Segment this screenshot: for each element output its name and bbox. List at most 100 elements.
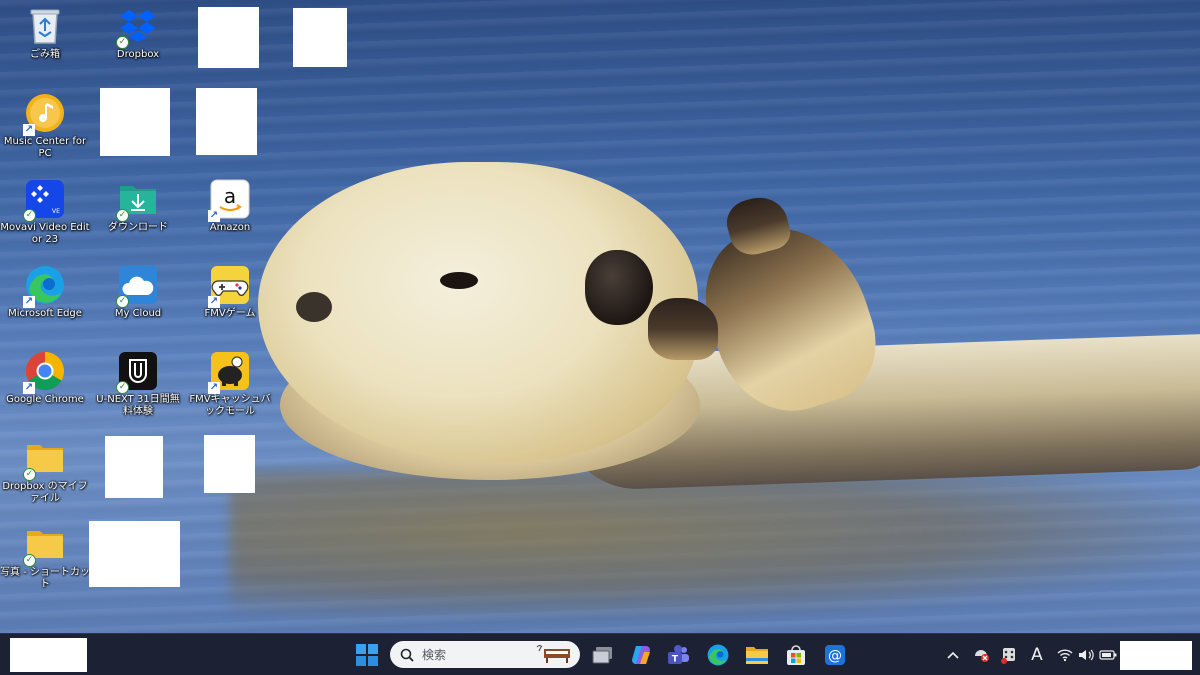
ime-indicator[interactable]: A xyxy=(1026,644,1048,666)
sync-check-icon: ✓ xyxy=(116,295,129,308)
shortcut-arrow-icon: ↗ xyxy=(23,382,35,394)
sync-check-icon: ✓ xyxy=(23,468,36,481)
security-shield-icon xyxy=(1001,648,1015,664)
search-icon xyxy=(400,648,414,662)
desktop-icon-label: Music Center for PC xyxy=(3,136,87,159)
gamepad-icon: ↗ xyxy=(208,265,250,308)
desktop-icon-label: My Cloud xyxy=(114,308,162,319)
wallpaper-otter-eye xyxy=(440,272,478,289)
desktop-icon-fmv-cashback[interactable]: ↗ FMVキャッシュバックモール xyxy=(185,351,275,418)
sync-check-icon: ✓ xyxy=(116,381,129,394)
shortcut-arrow-icon: ↗ xyxy=(208,296,220,308)
desktop-icon-label: 写真 - ショートカット xyxy=(0,567,90,590)
svg-text:T: T xyxy=(672,655,679,665)
desktop-icon-recycle-bin[interactable]: ごみ箱 xyxy=(0,6,90,61)
mail-at-icon: @ xyxy=(825,645,845,665)
folder-icon xyxy=(746,647,768,664)
desktop-icon-fmv-game[interactable]: ↗ FMVゲーム xyxy=(185,265,275,320)
wallpaper-otter-nose xyxy=(585,250,653,325)
music-center-icon: ↗ xyxy=(23,93,65,136)
desktop-icon-dropbox[interactable]: ✓ Dropbox xyxy=(93,6,183,61)
redacted-desktop-icon xyxy=(105,436,163,498)
shortcut-arrow-icon: ↗ xyxy=(208,210,220,222)
desktop-icon-label: ダウンロード xyxy=(108,222,168,233)
desktop-icon-label: FMVゲーム xyxy=(204,308,256,319)
tray-overflow-button[interactable] xyxy=(944,644,962,666)
desktop-icon-label: Amazon xyxy=(209,222,251,233)
cloud-icon: ✓ xyxy=(116,265,158,308)
desktop-icon-label: Dropbox のマイファイル xyxy=(2,481,88,504)
tray-vpn-disconnected[interactable] xyxy=(970,644,992,666)
sync-check-icon: ✓ xyxy=(23,554,36,567)
desktop-icon-label: FMVキャッシュバックモール xyxy=(189,394,271,417)
dropbox-icon: ✓ xyxy=(116,6,158,49)
desktop-icon-label: ごみ箱 xyxy=(30,49,60,60)
redacted-widgets-area xyxy=(10,638,87,672)
desktop-icon-unext[interactable]: ✓ U-NEXT 31日間無料体験 xyxy=(93,351,183,418)
task-view-icon xyxy=(592,647,612,664)
chrome-icon: ↗ xyxy=(23,351,65,394)
shortcut-arrow-icon: ↗ xyxy=(208,382,220,394)
shortcut-arrow-icon: ↗ xyxy=(23,124,35,136)
desktop-icon-download[interactable]: ✓ ダウンロード xyxy=(93,179,183,234)
redacted-clock-area xyxy=(1120,641,1192,670)
redacted-desktop-icon xyxy=(204,435,255,493)
desktop-icon-label: Dropbox xyxy=(116,49,160,60)
svg-text:a: a xyxy=(224,184,236,208)
redacted-desktop-icon xyxy=(293,8,347,67)
copilot-button[interactable] xyxy=(626,640,656,670)
desktop-icon-dropbox-files[interactable]: ✓ Dropbox のマイファイル xyxy=(0,438,90,505)
edge-icon: ↗ xyxy=(23,265,65,308)
desktop-icon-edge[interactable]: ↗ Microsoft Edge xyxy=(0,265,90,320)
shortcut-arrow-icon: ↗ xyxy=(23,296,35,308)
battery-icon[interactable] xyxy=(1098,644,1118,666)
redacted-desktop-icon xyxy=(196,88,257,155)
download-folder-icon: ✓ xyxy=(116,179,158,222)
desktop-icon-photos-shortcut[interactable]: ✓ 写真 - ショートカット xyxy=(0,524,90,591)
edge-taskbar-button[interactable] xyxy=(703,640,733,670)
folder-icon: ✓ xyxy=(23,524,65,567)
taskbar: 検索 T @ A xyxy=(0,633,1200,675)
wallpaper-otter-eye xyxy=(296,292,332,322)
desktop-icon-label: Google Chrome xyxy=(6,394,84,405)
edge-icon xyxy=(707,644,729,666)
desktop-icon-mycloud[interactable]: ✓ My Cloud xyxy=(93,265,183,320)
copilot-icon xyxy=(632,646,650,664)
amazon-icon: a ↗ xyxy=(208,179,250,222)
wallpaper-otter-reflection xyxy=(230,470,1200,620)
teams-icon: T xyxy=(668,645,689,665)
search-placeholder: 検索 xyxy=(422,648,447,662)
desktop-icon-amazon[interactable]: a ↗ Amazon xyxy=(185,179,275,234)
svg-text:VE: VE xyxy=(52,208,60,215)
unext-icon: ✓ xyxy=(116,351,158,394)
search-highlight-piano-icon xyxy=(536,645,570,663)
chevron-up-icon xyxy=(947,651,959,659)
wallpaper-otter-front-paw xyxy=(648,298,718,360)
redacted-desktop-icon xyxy=(100,88,170,156)
wifi-icon[interactable] xyxy=(1056,644,1074,666)
desktop-icon-movavi[interactable]: VE ✓ Movavi Video Editor 23 xyxy=(0,179,90,246)
microsoft-store-button[interactable] xyxy=(781,640,811,670)
windows-logo-icon xyxy=(356,644,378,666)
network-error-icon xyxy=(975,650,989,662)
folder-icon: ✓ xyxy=(23,438,65,481)
desktop-icon-label: Movavi Video Editor 23 xyxy=(0,222,90,245)
redacted-desktop-icon xyxy=(198,7,259,68)
recycle-bin-icon xyxy=(25,6,65,46)
taskbar-search-box[interactable]: 検索 xyxy=(390,641,580,668)
task-view-button[interactable] xyxy=(588,640,618,670)
teams-button[interactable]: T xyxy=(664,640,694,670)
sync-check-icon: ✓ xyxy=(23,209,36,222)
sync-check-icon: ✓ xyxy=(116,36,129,49)
tray-security-app[interactable] xyxy=(998,644,1020,666)
desktop-icon-music-center[interactable]: ↗ Music Center for PC xyxy=(0,93,90,160)
volume-icon[interactable] xyxy=(1077,644,1095,666)
mail-button[interactable]: @ xyxy=(820,640,850,670)
sync-check-icon: ✓ xyxy=(116,209,129,222)
desktop-icon-label: Microsoft Edge xyxy=(8,308,82,319)
file-explorer-button[interactable] xyxy=(742,640,772,670)
svg-text:@: @ xyxy=(828,648,842,664)
desktop-icon-chrome[interactable]: ↗ Google Chrome xyxy=(0,351,90,406)
start-button[interactable] xyxy=(352,640,382,670)
desktop-icon-label: U-NEXT 31日間無料体験 xyxy=(96,394,180,417)
